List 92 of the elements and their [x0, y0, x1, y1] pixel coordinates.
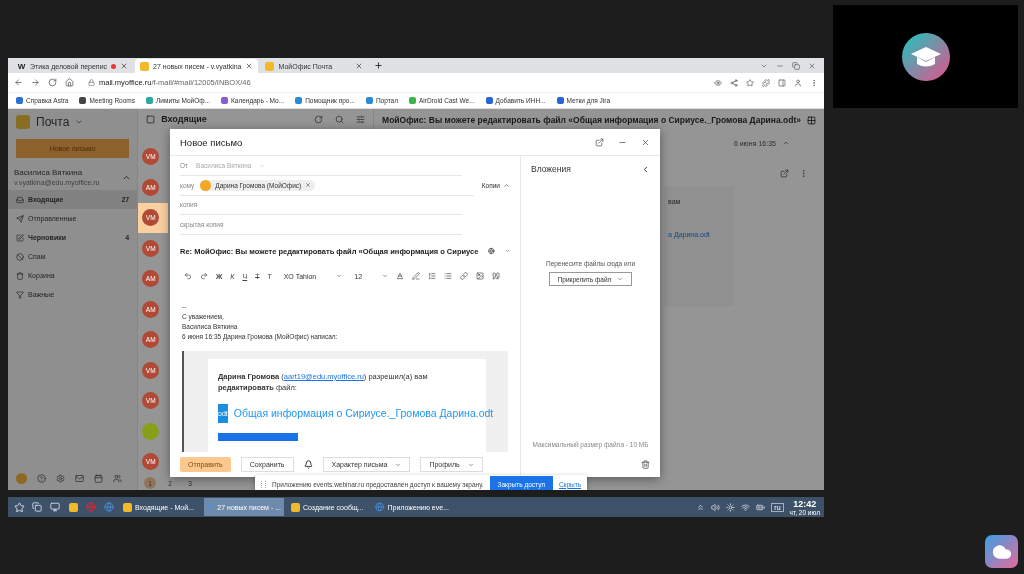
mail-app-icon[interactable]: [66, 500, 80, 514]
mail-favicon: [140, 61, 150, 71]
lock-icon: [88, 79, 95, 86]
folder-icon: [16, 214, 24, 223]
wifi-icon[interactable]: [741, 502, 751, 512]
account-name: Василиса Вяткина: [14, 168, 84, 177]
folder-icon: [16, 233, 24, 242]
browser-icon: [207, 502, 215, 512]
mail-app-icon: [291, 502, 300, 512]
new-tab-icon[interactable]: [374, 61, 384, 70]
star-icon[interactable]: [746, 78, 754, 87]
remove-icon[interactable]: [305, 182, 312, 188]
external-link-icon[interactable]: [595, 137, 604, 147]
chevron-down-icon: [395, 461, 402, 468]
desktop-icon[interactable]: [48, 500, 62, 514]
browser-icon[interactable]: [102, 500, 116, 514]
chevron-up-icon[interactable]: [782, 139, 790, 147]
text-color-icon[interactable]: [396, 272, 405, 280]
volume-icon[interactable]: [711, 502, 721, 512]
graduation-cap-logo-icon: [900, 31, 951, 82]
dialog-title: Новое письмо: [180, 136, 243, 148]
chevron-up-icon: [503, 182, 510, 189]
image-icon[interactable]: [476, 272, 485, 280]
calendar-icon[interactable]: [94, 474, 103, 483]
mail-icon[interactable]: [75, 474, 84, 483]
battery-icon[interactable]: [756, 502, 766, 512]
chevron-down-icon: [617, 276, 624, 282]
redo-icon[interactable]: [200, 272, 208, 280]
drag-handle[interactable]: [261, 480, 266, 488]
profile-icon[interactable]: [794, 78, 802, 87]
bell-icon[interactable]: [303, 460, 313, 469]
mail-favicon: [265, 61, 275, 71]
windows-icon[interactable]: [30, 500, 44, 514]
start-icon[interactable]: [12, 500, 26, 514]
share-icon[interactable]: [730, 78, 738, 87]
link-icon[interactable]: [460, 272, 469, 280]
mail-app-icon: [123, 502, 132, 512]
open-button[interactable]: [218, 432, 298, 441]
tray-expand-icon[interactable]: [696, 502, 706, 512]
cloud-app-icon[interactable]: [985, 535, 1018, 568]
folder-icon: [16, 195, 24, 204]
refresh-icon[interactable]: [314, 114, 324, 124]
browser-icon: [375, 502, 385, 512]
quote-icon[interactable]: [492, 272, 501, 280]
folder-icon: [16, 271, 24, 280]
close-icon[interactable]: [120, 62, 129, 70]
restore-icon[interactable]: [792, 61, 800, 70]
search-icon[interactable]: [335, 114, 345, 124]
settings-icon[interactable]: [56, 474, 65, 483]
eye-icon[interactable]: [714, 78, 722, 87]
chevron-down-icon: [382, 273, 389, 279]
attachments-title: Вложения: [531, 164, 571, 174]
close-icon[interactable]: [808, 61, 816, 70]
chevron-down-icon: [259, 162, 266, 169]
filter-icon[interactable]: [356, 114, 366, 124]
puzzle-icon[interactable]: [762, 78, 770, 87]
mail-logo-icon: [16, 115, 30, 129]
chevron-down-icon: [336, 273, 343, 279]
home-icon[interactable]: [65, 78, 74, 87]
folder-icon: [16, 290, 24, 299]
collapse-icon[interactable]: [641, 164, 650, 174]
message-subject: МойОфис: Вы можете редактировать файл «Общая информация о Сириусе._Громова Дарина.odt»: [382, 115, 801, 125]
highlight-icon[interactable]: [412, 272, 421, 280]
avatar-icon: [200, 179, 212, 191]
contacts-icon[interactable]: [113, 474, 122, 483]
close-icon[interactable]: [355, 62, 364, 70]
reload-icon[interactable]: [48, 78, 57, 87]
side-panel-icon[interactable]: [778, 78, 786, 87]
close-icon[interactable]: [641, 137, 650, 147]
list-title: Входящие: [161, 114, 207, 125]
clock-time: 12:42: [793, 498, 817, 509]
external-link-icon[interactable]: [780, 169, 789, 178]
checkbox[interactable]: [146, 114, 156, 124]
back-icon[interactable]: [14, 78, 23, 87]
undo-icon[interactable]: [184, 272, 192, 280]
forward-icon[interactable]: [31, 78, 40, 87]
close-icon[interactable]: [245, 62, 254, 70]
grid-icon[interactable]: [807, 115, 816, 125]
globe-icon[interactable]: [488, 247, 496, 255]
brightness-icon[interactable]: [726, 502, 736, 512]
app-title[interactable]: Почта: [36, 115, 70, 129]
chevron-down-icon: [75, 118, 84, 126]
folder-icon: [16, 252, 24, 261]
bullet-list-icon[interactable]: [444, 272, 453, 280]
menu-icon[interactable]: [810, 78, 818, 87]
chevron-down-icon: [467, 461, 474, 468]
menu-icon[interactable]: [799, 169, 808, 178]
help-icon[interactable]: [37, 474, 46, 483]
chevron-down-icon: [505, 248, 510, 254]
doc-favicon: W: [17, 61, 26, 71]
delete-icon[interactable]: [641, 460, 650, 469]
numbered-list-icon[interactable]: [428, 272, 437, 280]
